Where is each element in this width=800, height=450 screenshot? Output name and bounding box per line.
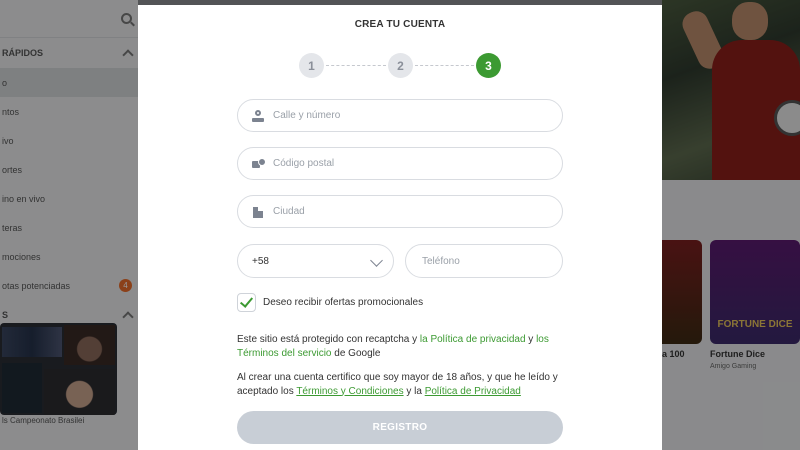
street-input[interactable] bbox=[273, 110, 533, 121]
register-button[interactable]: REGISTRO bbox=[237, 411, 563, 444]
recaptcha-text: de Google bbox=[331, 347, 381, 359]
step-1: 1 bbox=[299, 53, 324, 78]
checkmark-icon bbox=[239, 293, 254, 308]
phone-row: +58 bbox=[237, 244, 563, 278]
postal-code-field[interactable] bbox=[237, 147, 563, 180]
recaptcha-notice: Este sitio está protegido con recaptcha … bbox=[237, 333, 563, 360]
phone-field[interactable] bbox=[405, 244, 563, 278]
terms-conditions-link[interactable]: Términos y Condiciones bbox=[296, 386, 403, 397]
promo-label[interactable]: Deseo recibir ofertas promocionales bbox=[263, 297, 423, 308]
google-privacy-link[interactable]: la Política de privacidad bbox=[420, 334, 526, 345]
promo-checkbox[interactable] bbox=[237, 292, 256, 312]
step-2: 2 bbox=[388, 53, 413, 78]
step-connector bbox=[326, 65, 386, 66]
mailbox-icon bbox=[252, 157, 266, 170]
country-code-select[interactable]: +58 bbox=[237, 244, 394, 278]
step-3-active: 3 bbox=[476, 53, 501, 78]
privacy-policy-link[interactable]: Política de Privacidad bbox=[425, 386, 521, 397]
postal-code-input[interactable] bbox=[273, 158, 533, 169]
legal-notice: Al crear una cuenta certifico que soy ma… bbox=[237, 371, 563, 398]
step-connector bbox=[415, 65, 474, 66]
city-input[interactable] bbox=[273, 206, 533, 217]
register-modal: CREA TU CUENTA 1 2 3 +58 Deseo recibir o… bbox=[138, 5, 662, 450]
modal-title: CREA TU CUENTA bbox=[354, 19, 446, 30]
city-field[interactable] bbox=[237, 195, 563, 228]
phone-input[interactable] bbox=[422, 255, 552, 267]
chevron-down-icon[interactable] bbox=[370, 254, 383, 267]
promo-option[interactable]: Deseo recibir ofertas promocionales bbox=[237, 292, 423, 312]
country-code-value: +58 bbox=[252, 255, 269, 267]
location-pin-icon bbox=[252, 109, 264, 122]
building-icon bbox=[252, 206, 264, 218]
recaptcha-text: y bbox=[525, 334, 537, 345]
street-field[interactable] bbox=[237, 99, 563, 132]
legal-text: y la bbox=[403, 385, 425, 397]
step-indicator: 1 2 3 bbox=[299, 53, 501, 79]
recaptcha-text: Este sitio está protegido con recaptcha … bbox=[237, 334, 420, 345]
